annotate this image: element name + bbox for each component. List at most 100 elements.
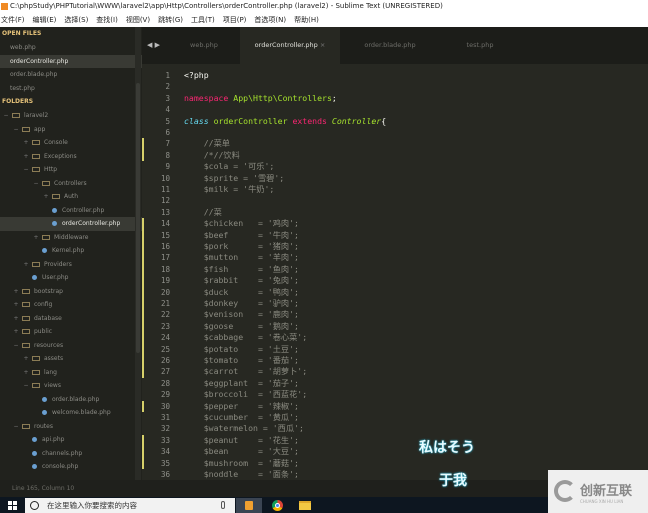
menu-item[interactable]: 编辑(E) [33,13,57,27]
menu-item[interactable]: 文件(F) [1,13,25,27]
collapse-icon[interactable]: − [12,420,20,434]
tree-folder[interactable]: − Http [0,163,142,177]
tree-label: bootstrap [34,287,63,295]
code-line: 12 [142,195,648,206]
code-token: ; [331,92,337,103]
tree-folder[interactable]: + config [0,298,142,312]
tree-file[interactable]: channels.php [0,447,142,461]
tab-nav-arrows[interactable]: ◀ ▶ [147,27,160,64]
line-number: 11 [160,185,170,194]
collapse-icon[interactable]: − [12,339,20,353]
tree-file[interactable]: orderController.php [0,217,142,231]
windows-start-icon[interactable] [8,501,17,510]
expand-icon[interactable]: + [42,190,50,204]
code-token: $cabbage = '卷心菜'; [184,332,308,343]
expand-icon[interactable]: + [12,312,20,326]
tree-folder[interactable]: − Controllers [0,177,142,191]
tree-folder[interactable]: + public [0,325,142,339]
collapse-icon[interactable]: − [12,123,20,137]
menu-item[interactable]: 帮助(H) [294,13,319,27]
code-text: $chicken = '鸡肉'; [184,218,299,229]
expand-icon[interactable]: + [32,231,40,245]
code-token: $duck = '鸭肉'; [184,286,299,297]
tree-label: Controllers [54,179,87,187]
tree-folder[interactable]: + assets [0,352,142,366]
code-editor[interactable]: 1 <?php 2 3 namespace App\Http\Controllers; 4… [142,64,648,480]
menu-bar: 文件(F) 编辑(E) 选择(S) 查找(I) 视图(V) 跳转(G) 工具(T) 项目(P)… [0,13,648,27]
open-file-item[interactable]: order.blade.php [0,68,142,82]
tree-file[interactable]: Kernel.php [0,244,142,258]
expand-icon[interactable]: + [12,325,20,339]
menu-item[interactable]: 首选项(N) [254,13,286,27]
tab-close-icon[interactable]: × [320,41,325,49]
tree-folder[interactable]: + bootstrap [0,285,142,299]
code-token: $venison = '鹿肉'; [184,309,299,320]
tree-label: public [34,328,53,335]
tree-file[interactable]: console.php [0,460,142,474]
tree-file[interactable]: order.blade.php [0,393,142,407]
tab-test-php[interactable]: test.php [440,27,520,64]
code-token: <?php [184,70,209,80]
expand-icon[interactable]: + [12,298,20,312]
tree-folder[interactable]: + database [0,312,142,326]
tab-ordercontroller-php[interactable]: orderController.php × [240,27,340,64]
menu-item[interactable]: 项目(P) [223,13,247,27]
tree-folder[interactable]: − resources [0,339,142,353]
chrome-taskbar-icon[interactable] [264,498,290,513]
tree-folder[interactable]: + Providers [0,258,142,272]
tree-label: database [34,314,62,322]
taskbar-search-box[interactable]: 在这里输入你要搜索的内容 [25,498,235,513]
open-file-item[interactable]: orderController.php [0,54,142,68]
code-token: $goose = '鹅肉'; [184,320,299,331]
code-line: 32 $watermelon = '西瓜'; [142,423,648,434]
expand-icon[interactable]: + [22,258,30,272]
tree-label: Auth [64,193,79,200]
code-line: 25 $potato = '土豆'; [142,343,648,355]
line-number: 4 [165,105,170,115]
collapse-icon[interactable]: − [22,163,30,177]
open-file-item[interactable]: test.php [0,82,142,96]
menu-item[interactable]: 跳转(G) [158,13,183,27]
tree-file[interactable]: welcome.blade.php [0,406,142,420]
tab-web-php[interactable]: web.php [160,27,248,64]
sublime-taskbar-icon[interactable] [236,498,262,513]
folder-icon [22,423,30,429]
tree-file[interactable]: User.php [0,271,142,285]
expand-icon[interactable]: + [22,150,30,164]
tree-file[interactable]: api.php [0,433,142,447]
expand-icon[interactable]: + [22,136,30,150]
tree-file[interactable]: Controller.php [0,204,142,218]
tree-folder[interactable]: + lang [0,366,142,380]
menu-item[interactable]: 视图(V) [126,13,150,27]
menu-item[interactable]: 工具(T) [191,13,215,27]
microphone-icon[interactable] [221,501,225,509]
tree-folder[interactable]: − routes [0,420,142,434]
tree-folder[interactable]: + Middleware [0,231,142,245]
collapse-icon[interactable]: − [22,379,30,393]
tab-order-blade-php[interactable]: order.blade.php [340,27,440,64]
tree-folder[interactable]: − laravel2 [0,109,142,123]
expand-icon[interactable]: + [22,366,30,380]
tree-folder[interactable]: + Exceptions [0,150,142,164]
expand-icon[interactable]: + [22,352,30,366]
file-explorer-taskbar-icon[interactable] [292,498,318,513]
tree-folder[interactable]: + Console [0,136,142,150]
collapse-icon[interactable]: − [2,109,10,123]
code-text: //菜单 [184,138,230,149]
code-token: $tomato = '番茄'; [184,355,299,365]
expand-icon[interactable]: + [12,285,20,299]
collapse-icon[interactable]: − [32,177,40,191]
menu-item[interactable]: 选择(S) [64,13,88,27]
menu-item[interactable]: 查找(I) [96,13,118,27]
open-file-item[interactable]: web.php [0,41,142,55]
modified-line-marker [142,218,144,230]
file-icon [32,464,37,469]
code-token: //菜 [184,206,222,217]
code-text: $pork = '猪肉'; [184,241,299,252]
folder-icon [32,383,40,388]
tree-folder[interactable]: + Auth [0,190,142,204]
sidebar-scroll-thumb[interactable] [136,83,140,353]
tree-folder[interactable]: − app [0,123,142,137]
tree-folder[interactable]: − views [0,379,142,393]
tree-label: resources [34,341,64,349]
